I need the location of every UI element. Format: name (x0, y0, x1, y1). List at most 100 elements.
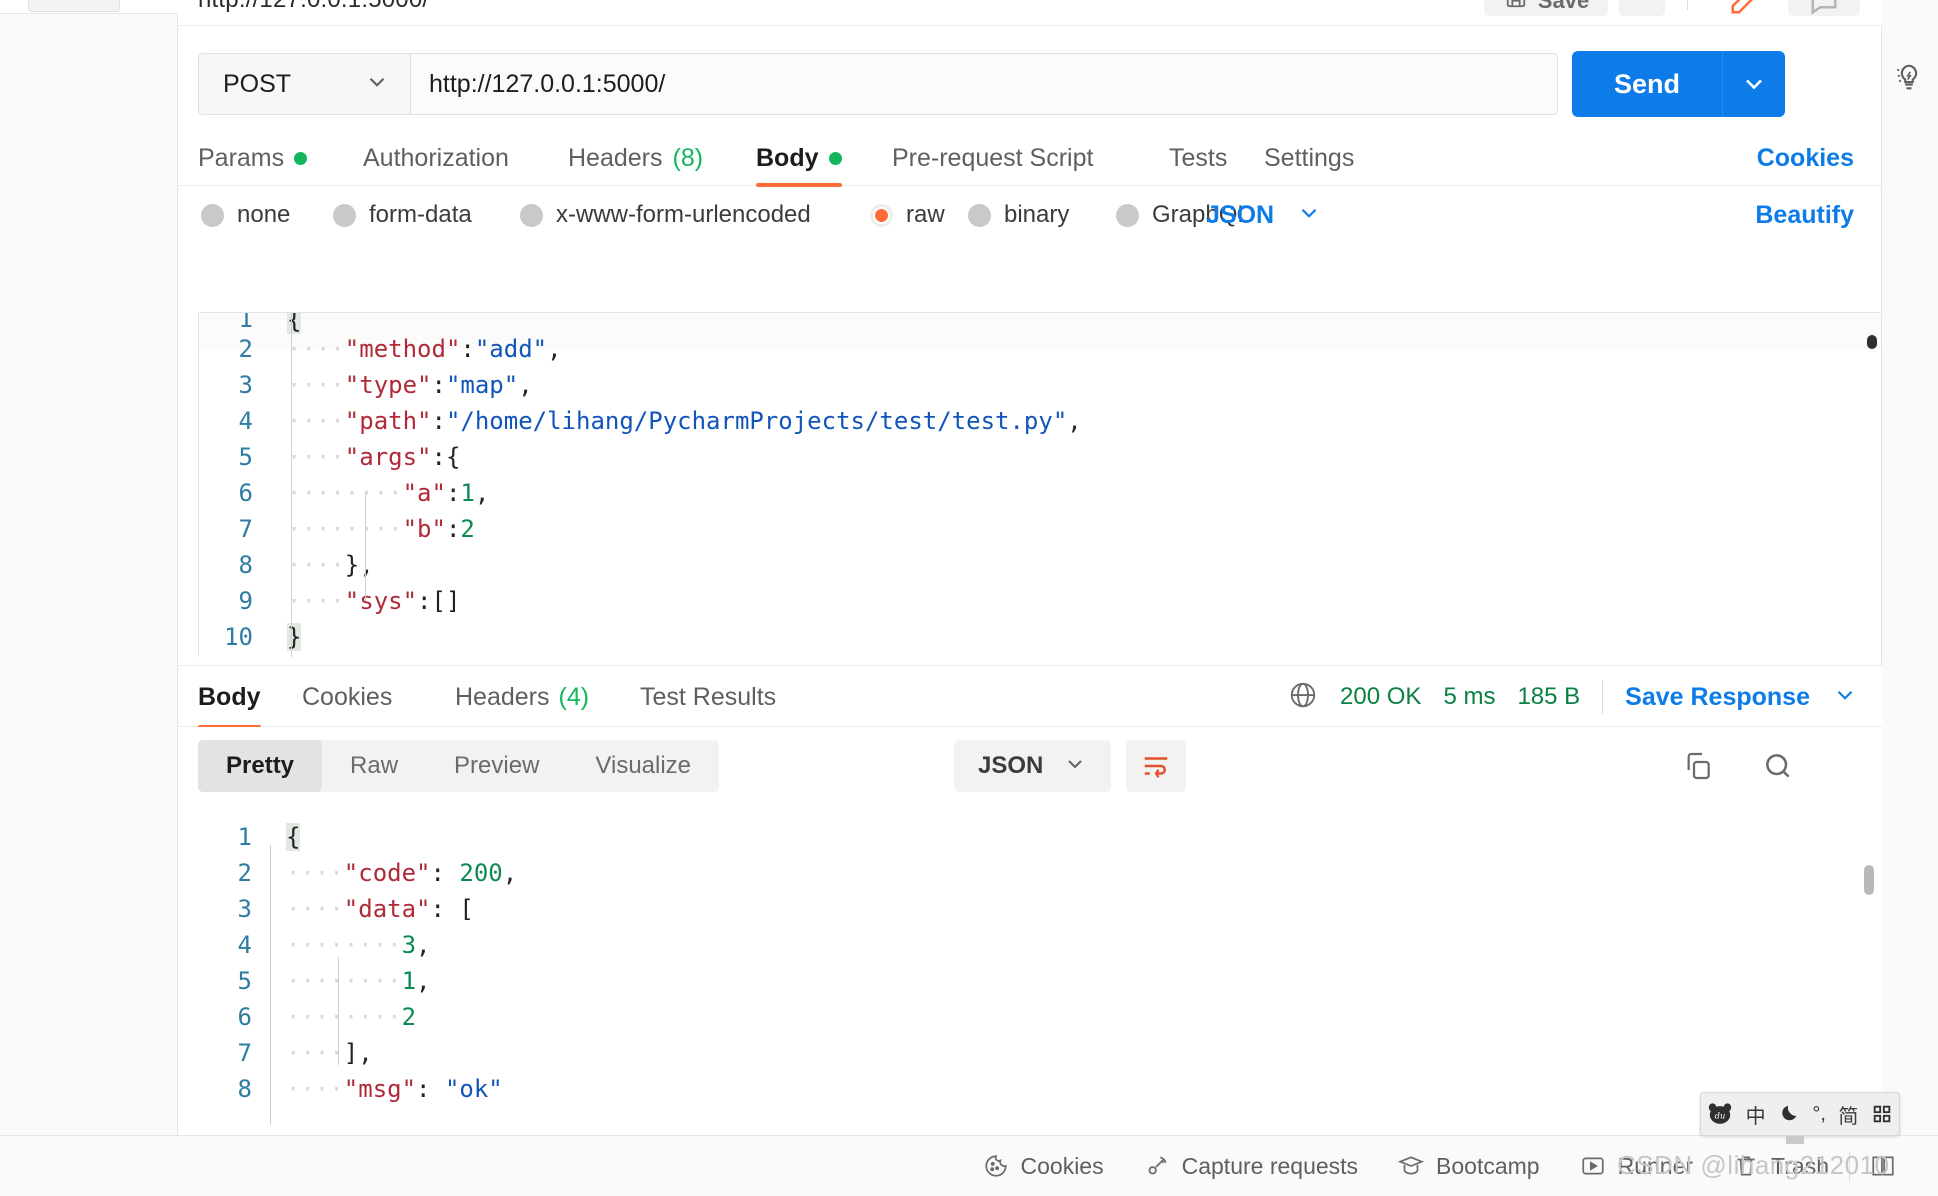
status-capture-requests-button[interactable]: Capture requests (1124, 1136, 1378, 1196)
chevron-down-icon (1063, 752, 1087, 781)
ime-simplified-toggle[interactable]: 简 (1838, 1100, 1858, 1129)
status-bootcamp-button[interactable]: Bootcamp (1378, 1136, 1560, 1196)
status-trash-button[interactable]: Trash (1713, 1136, 1849, 1196)
response-view-visualize[interactable]: Visualize (567, 740, 719, 792)
baidu-ime-toolbar[interactable]: du 中 °, 简 (1700, 1092, 1900, 1136)
code-line[interactable]: ····"code": 200, (286, 855, 1882, 891)
send-button-label: Send (1572, 51, 1723, 117)
body-type-binary[interactable]: binary (968, 196, 1069, 234)
response-view-toolbar: Pretty Raw Preview Visualize JSON (178, 727, 1882, 805)
line-number: 7 (238, 515, 253, 543)
code-line[interactable]: ····], (286, 1035, 1882, 1071)
indent-guide: ···· (287, 587, 345, 615)
body-type-none[interactable]: none (201, 196, 290, 234)
code-line[interactable]: ········2 (286, 999, 1882, 1035)
request-body-editor[interactable]: 1 2 3 4 5 6 7 8 9 10 {····"method":"add", ····"typ… (198, 312, 1882, 657)
save-response-chevron-down-icon[interactable] (1832, 682, 1858, 713)
status-item-label: Capture requests (1181, 1152, 1359, 1179)
code-line[interactable]: ········1, (286, 963, 1882, 999)
body-type-x-www-form-urlencoded[interactable]: x-www-form-urlencoded (520, 196, 811, 234)
pen-icon[interactable] (1708, 0, 1780, 16)
line-number: 2 (238, 335, 253, 363)
http-method-selector[interactable]: POST (198, 53, 410, 115)
code-line[interactable]: { (286, 819, 1882, 855)
response-tab-headers[interactable]: Headers (4) (455, 666, 589, 728)
save-button-label: Save (1537, 0, 1590, 13)
code-line[interactable]: ····"msg": "ok" (286, 1071, 1882, 1107)
code-line[interactable]: ········"b":2 (287, 511, 1881, 547)
status-runner-button[interactable]: Runner (1560, 1136, 1713, 1196)
request-tab-settings[interactable]: Settings (1264, 130, 1354, 186)
status-cookies-button[interactable]: Cookies (963, 1136, 1124, 1196)
response-editor-scrollbar-thumb[interactable] (1864, 865, 1874, 895)
body-type-label: binary (1004, 201, 1070, 228)
request-editor-code[interactable]: {····"method":"add", ····"type":"map", ···… (287, 313, 1881, 657)
ime-moon-icon[interactable] (1778, 1103, 1800, 1125)
chevron-down-icon (364, 69, 390, 100)
request-tab-headers[interactable]: Headers (8) (568, 130, 703, 186)
code-line[interactable]: ········"a":1, (287, 475, 1881, 511)
save-response-button[interactable]: Save Response (1625, 683, 1810, 712)
body-type-form-data[interactable]: form-data (333, 196, 472, 234)
lightbulb-icon[interactable] (1894, 62, 1924, 92)
request-tab-tests[interactable]: Tests (1169, 130, 1227, 186)
send-button[interactable]: Send (1572, 51, 1785, 117)
send-options-chevron-down-icon[interactable] (1723, 70, 1785, 98)
line-number: 6 (237, 1003, 252, 1031)
status-layout-toggle[interactable] (1850, 1136, 1916, 1196)
baidu-ime-icon[interactable]: du (1707, 1102, 1733, 1126)
code-line[interactable]: ····"sys":[] (287, 583, 1881, 619)
request-tab-body[interactable]: Body (756, 130, 842, 187)
code-line[interactable]: ····"data": [ (286, 891, 1882, 927)
request-tab-authorization[interactable]: Authorization (363, 130, 509, 186)
code-line[interactable]: ····"method":"add", (287, 331, 1881, 367)
comment-icon[interactable] (1788, 0, 1860, 16)
code-token: : [ (430, 895, 474, 923)
response-status-group: 200 OK 5 ms 185 B Save Response (1288, 666, 1858, 728)
response-editor-code[interactable]: {····"code": 200, ····"data": [········3,… (286, 819, 1882, 1135)
radio-icon (520, 203, 543, 227)
response-tab-cookies[interactable]: Cookies (302, 666, 392, 728)
copy-icon[interactable] (1672, 740, 1724, 792)
code-line[interactable]: } (287, 619, 1881, 655)
request-tab-params[interactable]: Params (198, 130, 308, 186)
radio-icon (201, 203, 224, 227)
radio-icon (333, 203, 356, 227)
request-tab-count: (8) (672, 143, 704, 172)
request-editor-scrollbar-thumb[interactable] (1867, 335, 1877, 349)
response-view-preview[interactable]: Preview (426, 740, 567, 792)
response-format-selector[interactable]: JSON (954, 740, 1112, 792)
code-line[interactable]: { (287, 313, 1881, 334)
request-tab-label: Authorization (363, 143, 509, 172)
code-line[interactable]: ········3, (286, 927, 1882, 963)
ime-language-toggle[interactable]: 中 (1746, 1100, 1766, 1129)
ime-punctuation-toggle[interactable]: °, (1812, 1103, 1826, 1126)
ime-more-icon[interactable] (1871, 1103, 1893, 1125)
code-line[interactable]: ····}, (287, 547, 1881, 583)
response-status-code: 200 OK (1340, 683, 1422, 710)
response-view-pretty[interactable]: Pretty (198, 740, 323, 792)
wrap-lines-icon[interactable] (1126, 740, 1186, 792)
save-button[interactable]: Save (1484, 0, 1608, 16)
body-type-label: none (237, 201, 291, 228)
response-view-raw[interactable]: Raw (322, 740, 426, 792)
body-type-raw[interactable]: raw (870, 196, 945, 234)
sidebar-chip[interactable] (28, 0, 120, 12)
save-options-button[interactable] (1619, 0, 1665, 16)
code-line[interactable]: ····"type":"map", (287, 367, 1881, 403)
code-line[interactable]: ····"args":{ (287, 439, 1881, 475)
code-token: :{ (431, 443, 461, 471)
indent-guide: ···· (286, 1075, 344, 1103)
request-editor-scrollbar[interactable] (1867, 319, 1877, 649)
response-tab-test-results[interactable]: Test Results (640, 666, 776, 728)
response-body-editor[interactable]: 12345678 {····"code": 200, ····"data": [·… (178, 805, 1882, 1135)
cookies-link[interactable]: Cookies (1757, 130, 1854, 186)
request-url-input[interactable]: http://127.0.0.1:5000/ (410, 53, 1558, 115)
beautify-button[interactable]: Beautify (1755, 196, 1854, 234)
raw-format-selector[interactable]: JSON (1206, 196, 1322, 234)
request-tab-pre-request-script[interactable]: Pre-request Script (892, 130, 1093, 186)
search-icon[interactable] (1752, 740, 1804, 792)
response-tab-body[interactable]: Body (198, 666, 261, 729)
code-line[interactable]: ····"path":"/home/lihang/PycharmProjects… (287, 403, 1881, 439)
code-token: "path" (344, 407, 432, 435)
